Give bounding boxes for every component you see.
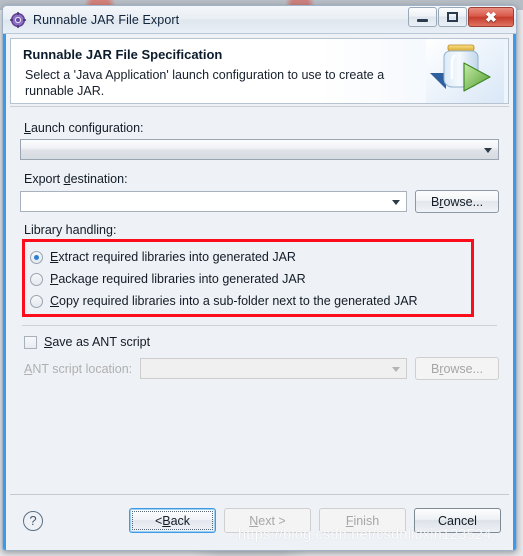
library-handling-label: Library handling: (24, 223, 117, 237)
window-title: Runnable JAR File Export (33, 12, 180, 27)
minimize-button[interactable] (408, 7, 437, 27)
close-icon: ✖ (485, 9, 497, 25)
maximize-icon (447, 12, 458, 22)
launch-configuration-label: Launch configuration: (24, 121, 144, 135)
library-handling-section: Library handling: Extract required libra… (20, 223, 499, 326)
export-destination-label: Export destination: (24, 172, 128, 186)
export-destination-browse-button[interactable]: Br owse... (415, 190, 499, 213)
section-divider (22, 325, 497, 326)
radio-package-libraries[interactable]: Package required libraries into generate… (30, 268, 499, 290)
ant-script-location-input (140, 358, 407, 379)
jar-with-play-arrow-icon (426, 39, 504, 103)
maximize-button[interactable] (438, 7, 467, 27)
export-destination-input[interactable] (20, 191, 407, 212)
dialog-content: Launch configuration: Export destination… (10, 106, 509, 494)
ant-script-browse-button: Br owse... (415, 357, 499, 380)
watermark: https://blog.csdn.net/csdnliuxin123524 (238, 527, 492, 543)
title-bar[interactable]: Runnable JAR File Export ✖ (3, 6, 516, 34)
radio-indicator (30, 272, 43, 286)
dialog-header: Runnable JAR File Specification Select a… (10, 38, 509, 104)
chevron-down-icon (484, 147, 492, 153)
close-button[interactable]: ✖ (468, 7, 514, 27)
export-destination-row: Br owse... (20, 190, 499, 213)
chevron-down-icon (392, 366, 400, 372)
library-handling-radio-group: Extract required libraries into generate… (20, 239, 499, 319)
dialog-body: Runnable JAR File Specification Select a… (3, 34, 516, 550)
runnable-jar-export-dialog: Runnable JAR File Export ✖ Runnable JAR … (2, 5, 517, 551)
window-controls: ✖ (407, 7, 514, 27)
chevron-down-icon (392, 199, 400, 205)
checkbox-indicator (24, 335, 37, 349)
radio-indicator (30, 294, 43, 308)
save-as-ant-script-checkbox[interactable]: Save as ANT script (24, 335, 499, 349)
radio-indicator (30, 250, 43, 264)
launch-configuration-combo[interactable] (20, 139, 499, 160)
minimize-icon (417, 18, 428, 22)
export-destination-mnemonic: d (63, 172, 71, 186)
gear-icon (10, 11, 26, 28)
ant-script-location-label: ANT script location: (24, 361, 133, 376)
back-button[interactable]: < Back (129, 508, 216, 533)
ant-script-location-row: ANT script location: Br owse... (24, 357, 499, 380)
radio-extract-libraries[interactable]: Extract required libraries into generate… (30, 246, 499, 268)
radio-copy-libraries[interactable]: Copy required libraries into a sub-folde… (30, 290, 499, 312)
question-mark-icon[interactable]: ? (23, 510, 43, 531)
launch-configuration-mnemonic: L (24, 121, 31, 135)
